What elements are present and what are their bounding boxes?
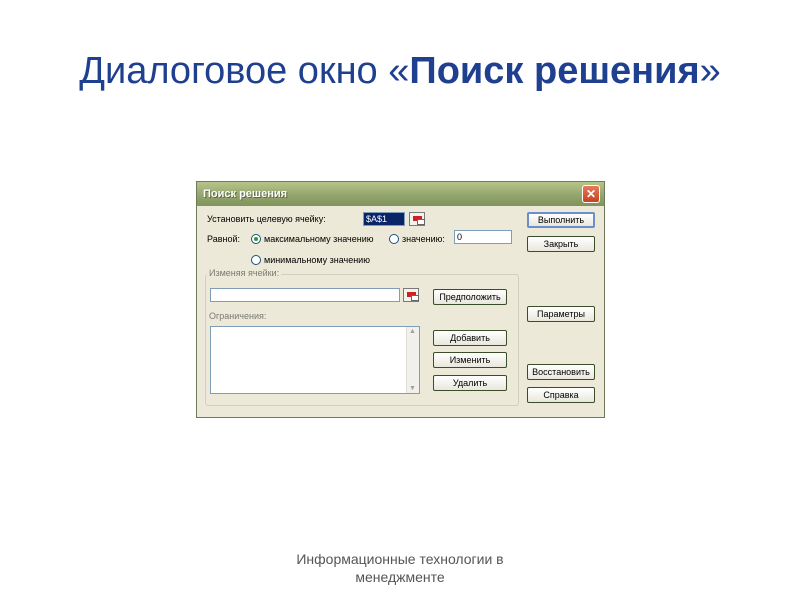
- footer-line-1: Информационные технологии в: [296, 551, 504, 567]
- target-cell-input[interactable]: $A$1: [363, 212, 405, 226]
- radio-min[interactable]: [251, 255, 261, 265]
- slide-title: Диалоговое окно «Поиск решения»: [0, 50, 800, 93]
- target-cell-label: Установить целевую ячейку:: [207, 214, 326, 224]
- dialog-titlebar[interactable]: Поиск решения ✕: [197, 182, 604, 206]
- slide-footer: Информационные технологии в менеджменте: [280, 550, 520, 586]
- value-input[interactable]: 0: [454, 230, 512, 244]
- help-button[interactable]: Справка: [527, 387, 595, 403]
- reset-button[interactable]: Восстановить: [527, 364, 595, 380]
- guess-button[interactable]: Предположить: [433, 289, 507, 305]
- radio-max-label: максимальному значению: [264, 234, 374, 244]
- constraints-label: Ограничения:: [207, 311, 269, 321]
- cell-picker-icon[interactable]: [409, 212, 425, 226]
- scroll-up-icon[interactable]: ▲: [409, 328, 416, 335]
- slide-title-bold: Поиск решения: [409, 50, 700, 92]
- solve-button[interactable]: Выполнить: [527, 212, 595, 228]
- radio-value-label: значению:: [402, 234, 445, 244]
- footer-line-2: менеджменте: [355, 569, 445, 585]
- close-icon[interactable]: ✕: [582, 185, 600, 203]
- dialog-title: Поиск решения: [203, 188, 288, 200]
- solver-dialog: Поиск решения ✕ Установить целевую ячейк…: [196, 181, 605, 418]
- cell-picker-icon[interactable]: [403, 288, 419, 302]
- change-button[interactable]: Изменить: [433, 352, 507, 368]
- close-button[interactable]: Закрыть: [527, 236, 595, 252]
- add-button[interactable]: Добавить: [433, 330, 507, 346]
- constraints-scrollbar[interactable]: ▲ ▼: [406, 327, 419, 393]
- changing-cells-input[interactable]: [210, 288, 400, 302]
- radio-value[interactable]: [389, 234, 399, 244]
- radio-max[interactable]: [251, 234, 261, 244]
- changing-cells-label: Изменяя ячейки:: [207, 268, 282, 278]
- options-button[interactable]: Параметры: [527, 306, 595, 322]
- slide-title-suffix: »: [699, 50, 721, 92]
- delete-button[interactable]: Удалить: [433, 375, 507, 391]
- slide-title-prefix: Диалоговое окно «: [79, 50, 410, 92]
- scroll-down-icon[interactable]: ▼: [409, 385, 416, 392]
- radio-min-label: минимальному значению: [264, 255, 370, 265]
- constraints-listbox[interactable]: ▲ ▼: [210, 326, 420, 394]
- equal-label: Равной:: [207, 234, 240, 244]
